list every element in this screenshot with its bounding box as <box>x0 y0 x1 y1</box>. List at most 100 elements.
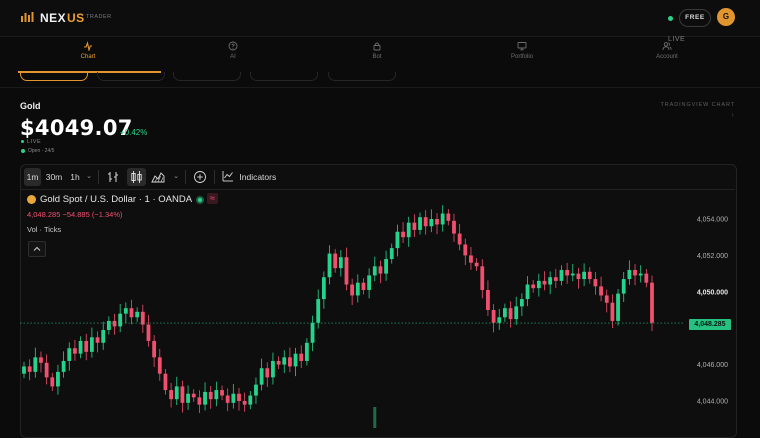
candle-body <box>633 269 637 276</box>
nav-label-account: Account <box>656 54 678 60</box>
candle-body <box>95 337 100 343</box>
candle-body <box>621 279 626 294</box>
last-price-label: 4,048.285 <box>689 319 731 330</box>
candle-body <box>525 284 530 300</box>
nav-item-portfolio[interactable]: Portfolio <box>446 36 598 60</box>
candle-body <box>497 317 502 323</box>
toolbar-separator <box>98 170 99 184</box>
candle-body <box>367 275 372 290</box>
nav-label-bot: Bot <box>372 54 382 60</box>
candle-body <box>282 357 287 365</box>
candle-body <box>542 280 547 285</box>
candle-body <box>389 248 394 260</box>
candle-body <box>208 391 213 400</box>
candle-body <box>254 384 258 396</box>
bars-style-icon[interactable] <box>106 168 120 186</box>
nav-label-portfolio: Portfolio <box>510 54 533 60</box>
section-divider <box>0 87 760 88</box>
asset-name: Gold <box>20 101 41 111</box>
candle-body <box>112 320 117 327</box>
candle-body <box>169 390 173 400</box>
candle-body <box>531 284 536 289</box>
candle-body <box>174 386 179 400</box>
chart-type-dropdown-caret[interactable]: ⌄ <box>171 168 181 186</box>
candle-body <box>333 253 338 269</box>
candle-body <box>338 257 343 269</box>
candle-body <box>73 348 77 354</box>
candle-body <box>570 273 575 276</box>
candle-body <box>44 362 49 378</box>
candle-body <box>237 393 241 401</box>
candle-body <box>350 284 355 296</box>
candle-body <box>361 282 366 290</box>
interval-dropdown-caret[interactable]: ⌄ <box>84 168 94 186</box>
candle-body <box>486 289 490 310</box>
candle-body <box>248 395 253 405</box>
timeframe-pill-1[interactable] <box>20 72 88 81</box>
candle-body <box>503 308 507 318</box>
brand-name-accent: US <box>67 11 85 25</box>
candle-body <box>610 302 615 321</box>
candle-body <box>276 360 281 365</box>
connection-status-dot <box>668 16 673 21</box>
candle-body <box>140 311 145 325</box>
monitor-icon <box>517 42 527 51</box>
tradingview-chart-link[interactable]: TRADINGVIEW CHART ↓ <box>660 100 735 120</box>
candle-body <box>197 397 202 405</box>
nav-item-chart[interactable]: Chart <box>12 36 164 60</box>
candles-style-button[interactable] <box>127 168 146 186</box>
area-chart-icon[interactable] <box>150 168 166 186</box>
candle-body <box>565 269 570 276</box>
logo-icon[interactable] <box>20 11 34 23</box>
brand-subtitle: TRADER <box>86 14 112 20</box>
indicators-button[interactable]: Indicators <box>222 168 282 186</box>
candle-body <box>101 330 106 343</box>
price-change: +0.42% <box>120 128 148 137</box>
candle-body <box>401 231 405 238</box>
plan-badge-button[interactable]: FREE <box>679 9 711 27</box>
price-axis-tick: 4,044.000 <box>697 399 728 406</box>
candle-body <box>463 244 468 256</box>
help-circle-icon <box>228 41 238 51</box>
nav-label-ai: AI <box>230 54 236 60</box>
user-avatar[interactable]: G <box>717 8 735 26</box>
price-axis-tick: 4,050.000 <box>697 289 728 296</box>
interval-1m-button[interactable]: 1m <box>24 168 41 186</box>
candle-body <box>129 308 134 318</box>
candle-body <box>27 366 32 372</box>
candle-body <box>50 377 55 387</box>
live-dot <box>21 140 24 144</box>
nav-item-ai[interactable]: AI <box>157 36 309 60</box>
candle-body <box>78 340 83 354</box>
candle-body <box>299 353 304 361</box>
candle-body <box>587 271 592 280</box>
nav-item-account[interactable]: Account <box>591 36 743 60</box>
candle-body <box>423 217 428 227</box>
compare-add-icon[interactable] <box>193 168 207 186</box>
lock-icon <box>373 42 381 51</box>
candle-body <box>146 324 151 341</box>
candlestick-chart[interactable]: 4,054.000 4,052.000 4,050.000 4,046.000 4,04… <box>20 189 735 428</box>
timeframe-pill-4[interactable] <box>250 72 318 81</box>
candle-body <box>180 386 185 403</box>
candle-body <box>56 371 60 387</box>
market-open-dot <box>21 148 25 153</box>
candle-body <box>429 219 434 227</box>
timeframe-pill-3[interactable] <box>173 72 241 81</box>
interval-1h-button[interactable]: 1h <box>68 168 82 186</box>
interval-30m-button[interactable]: 30m <box>44 168 64 186</box>
candle-body <box>650 282 654 323</box>
candle-body <box>372 266 377 276</box>
timeframe-pill-5[interactable] <box>328 72 396 81</box>
candle-body <box>576 273 581 280</box>
nav-live-indicator: LIVE <box>668 36 686 43</box>
nav-item-bot[interactable]: Bot <box>301 36 453 60</box>
timeframe-pill-2[interactable] <box>97 72 165 81</box>
candle-body <box>548 277 553 285</box>
candle-body <box>225 395 230 403</box>
candle-body <box>203 391 207 405</box>
candle-body <box>582 271 587 280</box>
candle-body <box>514 306 519 320</box>
price-axis-tick: 4,054.000 <box>697 217 728 224</box>
candle-body <box>536 280 541 289</box>
